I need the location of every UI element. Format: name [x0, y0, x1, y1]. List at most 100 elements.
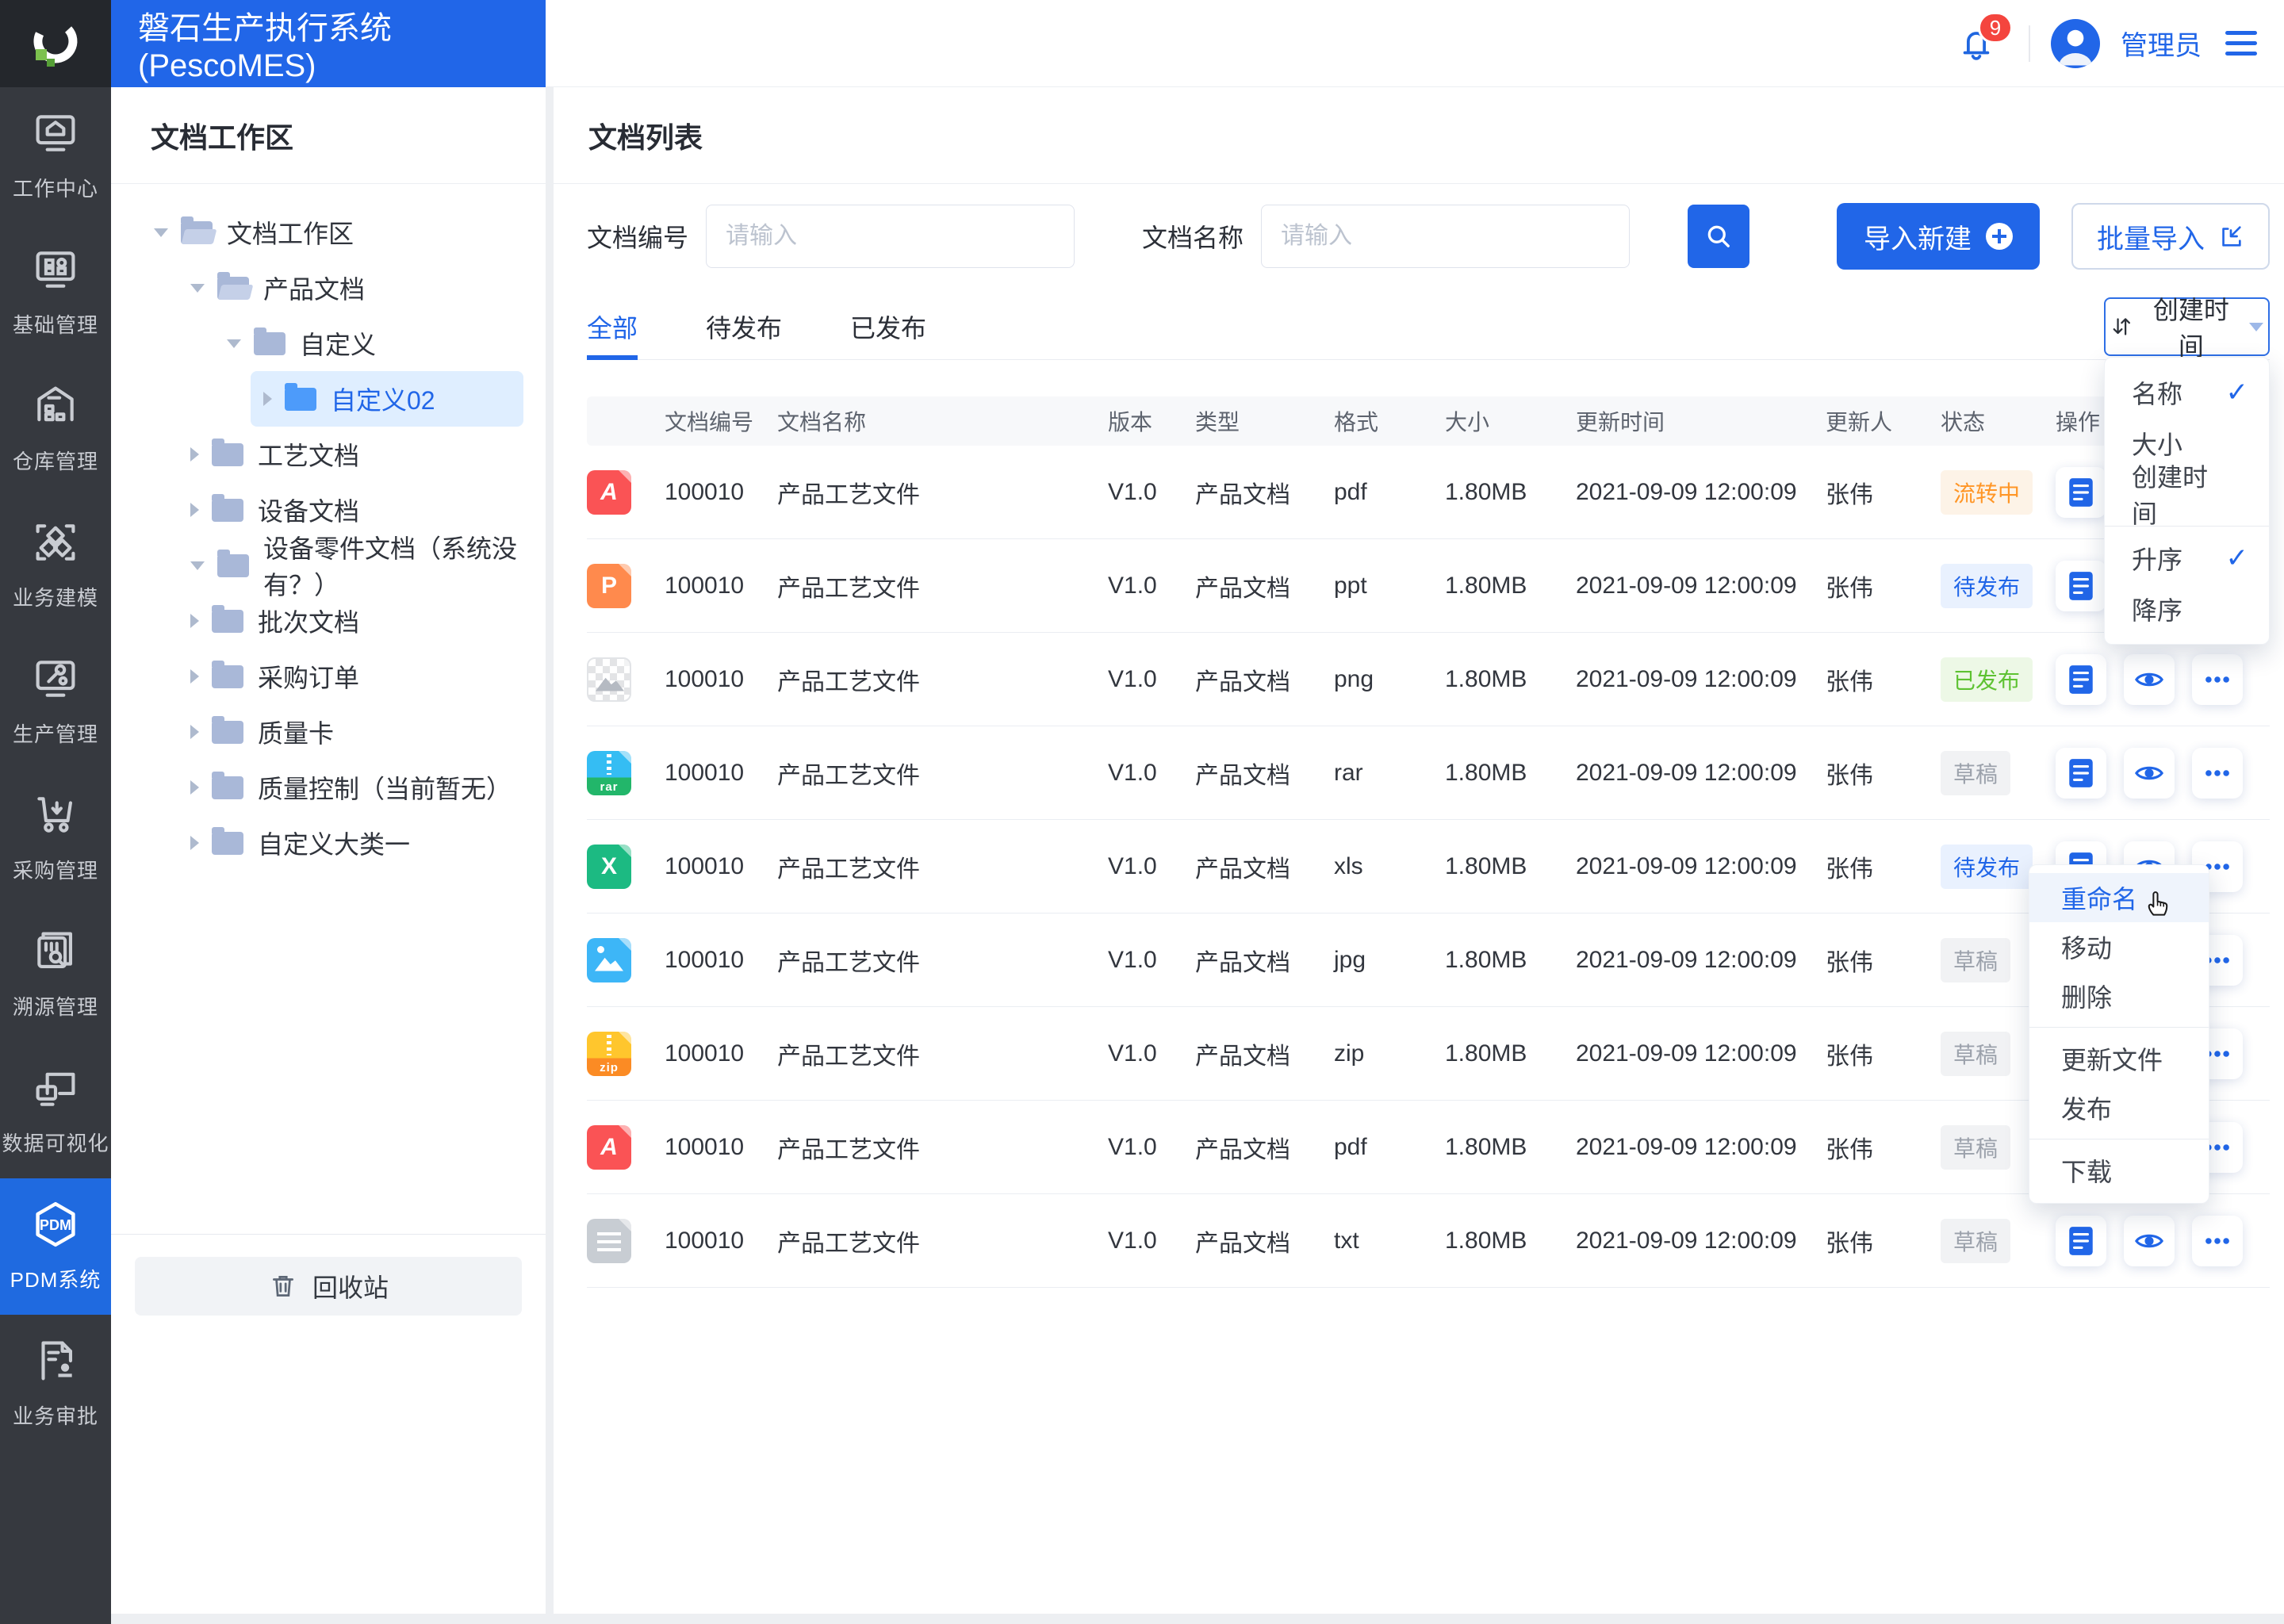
tree-caret-icon[interactable] — [190, 447, 199, 462]
tree-caret-icon[interactable] — [190, 780, 199, 795]
sort-option-descending[interactable]: 降序✓ — [2105, 584, 2269, 634]
document-detail-button[interactable] — [2056, 560, 2106, 611]
tab-pending-publish[interactable]: 待发布 — [706, 293, 782, 359]
tree-item[interactable]: 产品文档 — [178, 260, 523, 316]
user-icon — [2059, 29, 2092, 66]
tree-caret-icon[interactable] — [190, 614, 199, 628]
context-menu-move[interactable]: 移动 — [2029, 922, 2209, 971]
tab-published[interactable]: 已发布 — [850, 293, 926, 359]
folder-icon — [181, 216, 213, 244]
sidebar-item-work-center[interactable]: 工作中心 — [0, 87, 111, 224]
sort-option-name[interactable]: 名称 ✓ — [2105, 367, 2269, 418]
sidebar-item-label: 采购管理 — [12, 859, 98, 883]
sort-option-created-time[interactable]: 创建时间✓ — [2105, 463, 2269, 528]
column-header: 文档名称 — [777, 410, 867, 435]
context-menu-publish[interactable]: 发布 — [2029, 1083, 2209, 1132]
sidebar-item-base-management[interactable]: 基础管理 — [0, 224, 111, 360]
tree-item[interactable]: 工艺文档 — [178, 427, 523, 482]
table-row: 100010 产品工艺文件 V1.0 产品文档 rar 1.80MB 2021-… — [587, 726, 2270, 820]
status-badge: 草稿 — [1941, 1218, 2011, 1263]
tree-caret-icon[interactable] — [190, 669, 199, 684]
tree-caret-icon[interactable] — [227, 339, 241, 348]
tree-item[interactable]: 文档工作区 — [141, 205, 523, 260]
file-type-icon — [587, 937, 631, 982]
tree-item[interactable]: 自定义 — [214, 316, 523, 371]
batch-import-button[interactable]: 批量导入 — [2071, 203, 2270, 270]
document-detail-button[interactable] — [2056, 1215, 2106, 1266]
search-button[interactable] — [1688, 205, 1750, 268]
preview-button[interactable] — [2124, 747, 2175, 799]
sidebar-item-production[interactable]: 生产管理 — [0, 633, 111, 769]
column-header: 版本 — [1108, 410, 1153, 435]
tree-item[interactable]: 设备零件文档（系统没有？） — [178, 534, 523, 599]
more-actions-button[interactable] — [2192, 653, 2243, 705]
sort-button-label: 创建时间 — [2152, 295, 2229, 361]
tree-item-label: 质量控制（当前暂无） — [258, 775, 512, 803]
tree-caret-icon[interactable] — [154, 228, 168, 237]
preview-button[interactable] — [2124, 653, 2175, 705]
menu-item-label: 发布 — [2061, 1095, 2113, 1124]
column-header: 文档编号 — [665, 410, 754, 435]
primary-sidebar: 工作中心 基础管理 仓库管理 业务建模 生产管理 采购管理 溯源管理 数据可视化… — [0, 0, 111, 1624]
notifications-button[interactable]: 9 — [1956, 12, 2013, 68]
tree-item[interactable]: 质量卡 — [178, 704, 523, 760]
tree-caret-icon[interactable] — [190, 283, 205, 293]
more-actions-button[interactable] — [2192, 747, 2243, 799]
document-detail-button[interactable] — [2056, 747, 2106, 799]
folder-icon — [212, 604, 243, 633]
document-detail-button[interactable] — [2056, 653, 2106, 705]
sidebar-item-warehouse[interactable]: 仓库管理 — [0, 360, 111, 496]
context-menu-delete[interactable]: 删除 — [2029, 971, 2209, 1021]
data-visualization-icon — [31, 1063, 80, 1116]
sidebar-item-data-visualization[interactable]: 数据可视化 — [0, 1042, 111, 1178]
tree-item[interactable]: 质量控制（当前暂无） — [178, 760, 523, 815]
tree-item-label: 设备文档 — [258, 497, 360, 526]
trash-icon — [273, 1276, 293, 1297]
tree-caret-icon[interactable] — [190, 836, 199, 850]
sidebar-item-label: 业务审批 — [12, 1404, 98, 1428]
version-cell: V1.0 — [1108, 665, 1157, 692]
sidebar-item-business-approval[interactable]: 业务审批 — [0, 1315, 111, 1451]
user-name[interactable]: 管理员 — [2121, 24, 2202, 63]
tree-caret-icon[interactable] — [190, 503, 199, 517]
sidebar-item-label: 数据可视化 — [2, 1132, 109, 1155]
tree-item[interactable]: 采购订单 — [178, 649, 523, 704]
menu-item-label: 创建时间 — [2132, 463, 2209, 528]
sidebar-item-traceability[interactable]: 溯源管理 — [0, 906, 111, 1042]
tab-all[interactable]: 全部 — [587, 293, 638, 360]
avatar[interactable] — [2051, 18, 2100, 68]
context-menu-rename[interactable]: 重命名 — [2029, 873, 2209, 922]
tree-caret-icon[interactable] — [190, 725, 199, 739]
tree-item[interactable]: 自定义大类一 — [178, 815, 523, 871]
version-cell: V1.0 — [1108, 759, 1157, 786]
menu-item-label: 降序 — [2132, 596, 2183, 625]
sidebar-item-purchasing[interactable]: 采购管理 — [0, 769, 111, 906]
sort-button[interactable]: 创建时间 — [2104, 296, 2270, 361]
size-cell: 1.80MB — [1445, 852, 1527, 879]
doc-number-input[interactable] — [706, 205, 1075, 268]
production-icon — [31, 654, 80, 707]
doc-name-input[interactable] — [1261, 205, 1631, 268]
tree-item[interactable]: 自定义02 — [251, 371, 523, 427]
format-cell: png — [1334, 665, 1374, 692]
tree-caret-icon[interactable] — [263, 392, 272, 406]
context-menu-update-file[interactable]: 更新文件 — [2029, 1034, 2209, 1083]
sidebar-item-pdm-system[interactable]: PDM PDM系统 — [0, 1178, 111, 1315]
row-context-menu: 重命名 移动 删除 更新文件 发布 下载 — [2029, 864, 2209, 1204]
folder-tree: 文档工作区 产品文档 自定义 自定义02 工艺文档 设备文档 设备零件文档（系统… — [111, 184, 546, 871]
filter-bar: 文档编号 文档名称 导入新建 — [587, 203, 2270, 270]
recycle-bin-button[interactable]: 回收站 — [135, 1257, 522, 1316]
menu-item-label: 更新文件 — [2061, 1046, 2163, 1074]
import-new-button[interactable]: 导入新建 — [1837, 203, 2040, 270]
menu-icon[interactable] — [2222, 28, 2260, 59]
sort-option-ascending[interactable]: 升序 ✓ — [2105, 533, 2269, 584]
more-actions-button[interactable] — [2192, 1215, 2243, 1266]
sidebar-item-business-modeling[interactable]: 业务建模 — [0, 496, 111, 633]
size-cell: 1.80MB — [1445, 665, 1527, 692]
document-detail-button[interactable] — [2056, 466, 2106, 518]
updater-cell: 张伟 — [1826, 481, 1873, 508]
tree-caret-icon[interactable] — [190, 561, 205, 570]
context-menu-download[interactable]: 下载 — [2029, 1146, 2209, 1195]
preview-button[interactable] — [2124, 1215, 2175, 1266]
version-cell: V1.0 — [1108, 852, 1157, 879]
